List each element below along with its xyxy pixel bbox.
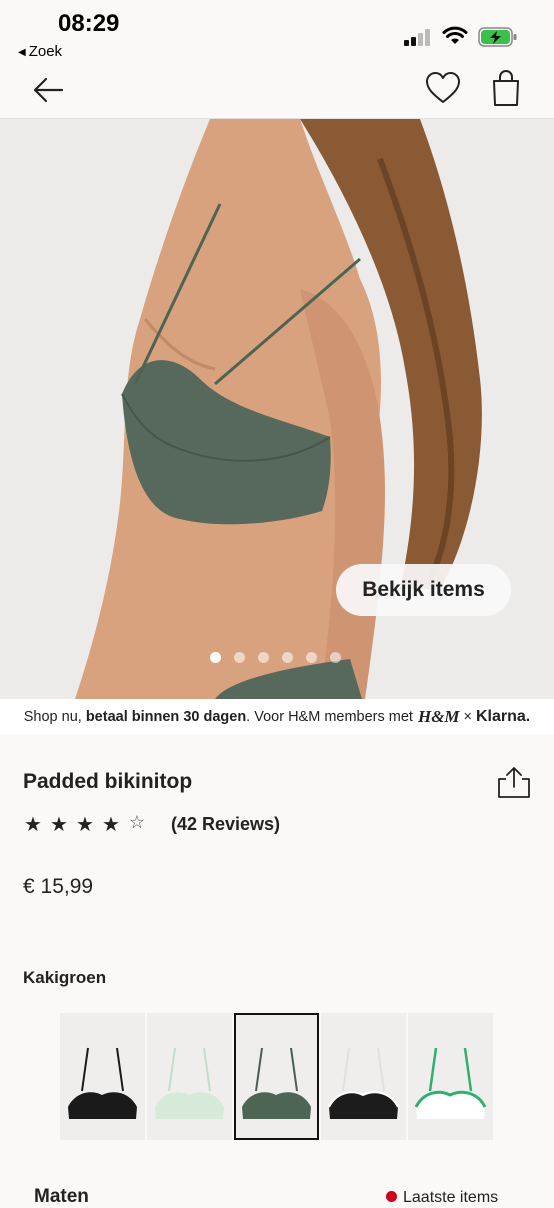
banner-times: × [463,709,472,725]
star-filled-icon: ★ [102,814,120,836]
banner-middle: . Voor H&M members met [246,709,413,725]
back-triangle-icon: ◀ [18,47,26,58]
product-title: Padded bikinitop [23,770,193,793]
wifi-icon [442,26,468,44]
swatch-black-white[interactable] [321,1013,406,1140]
product-rating[interactable]: ★ ★ ★ ★ ☆ (42 Reviews) [23,812,280,837]
banner-prefix: Shop nu, [23,709,82,725]
carousel-dots [210,652,341,663]
carousel-dot[interactable] [234,652,245,663]
status-time: 08:29 [58,10,120,37]
stock-label: Laatste items [403,1189,499,1206]
navigation-bar [0,64,554,119]
cellular-signal-icon [404,29,434,46]
star-filled-icon: ★ [76,814,94,836]
selected-color-name: Kakigroen [23,968,107,987]
product-image-carousel[interactable]: Bekijk items [0,119,554,699]
shopping-bag-icon[interactable] [490,68,522,108]
share-icon[interactable] [496,765,532,799]
carousel-dot[interactable] [282,652,293,663]
carousel-dot[interactable] [210,652,221,663]
swatch-kakigroen[interactable] [234,1013,319,1140]
back-to-app-link[interactable]: ◀ Zoek [18,43,62,60]
carousel-dot[interactable] [258,652,269,663]
color-swatches [60,1013,493,1140]
carousel-dot[interactable] [306,652,317,663]
carousel-dot[interactable] [330,652,341,663]
hm-logo: H&M [417,707,460,726]
reviews-count[interactable]: (42 Reviews) [171,814,280,835]
heart-icon[interactable] [424,70,462,106]
back-app-label: Zoek [28,43,63,60]
star-filled-icon: ★ [24,814,42,836]
star-filled-icon: ★ [50,814,68,836]
swatch-mint[interactable] [147,1013,232,1140]
product-price: € 15,99 [23,875,94,898]
view-items-button[interactable]: Bekijk items [336,564,511,616]
star-rating: ★ ★ ★ ★ ☆ [23,812,147,837]
stock-status: Laatste items [386,1189,498,1207]
swatch-black[interactable] [60,1013,145,1140]
banner-bold: betaal binnen 30 dagen [85,709,247,725]
klarna-logo: Klarna. [476,708,531,725]
stock-dot-icon [386,1191,397,1202]
sizes-label: Maten [34,1186,89,1207]
star-empty-icon: ☆ [128,812,146,832]
swatch-white-green[interactable] [408,1013,493,1140]
status-bar: 08:29 ◀ Zoek [0,0,554,64]
battery-charging-icon [478,27,517,47]
back-arrow-icon[interactable] [30,72,66,108]
klarna-banner[interactable]: Shop nu, betaal binnen 30 dagen. Voor H&… [0,699,554,735]
